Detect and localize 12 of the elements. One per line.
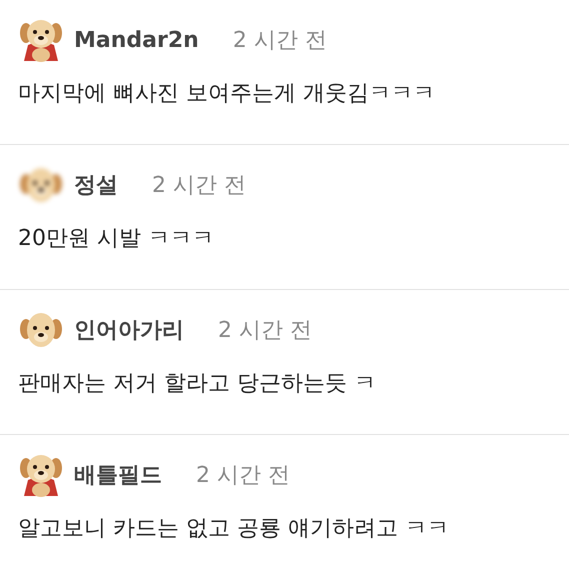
timestamp: 2 시간 전 (152, 172, 246, 200)
comment-text: 20만원 시발 ㅋㅋㅋ (18, 225, 215, 253)
author-name[interactable]: 배틀필드 (74, 460, 162, 490)
timestamp: 2 시간 전 (196, 462, 290, 490)
timestamp: 2 시간 전 (232, 27, 327, 55)
comment-text: 판매자는 저거 할라고 당근하는듯 ㅋ (18, 370, 377, 398)
comment-text: 마지막에 뼈사진 보여주는게 개웃김ㅋㅋㅋ (18, 80, 436, 108)
comment-text: 알고보니 카드는 없고 공룡 얘기하려고 ㅋㅋ (18, 515, 450, 543)
author-name[interactable]: Mandar2n (74, 28, 199, 52)
timestamp: 2 시간 전 (218, 317, 312, 345)
author-name[interactable]: 인어아가리 (74, 315, 184, 345)
author-name[interactable]: 정설 (74, 170, 118, 200)
